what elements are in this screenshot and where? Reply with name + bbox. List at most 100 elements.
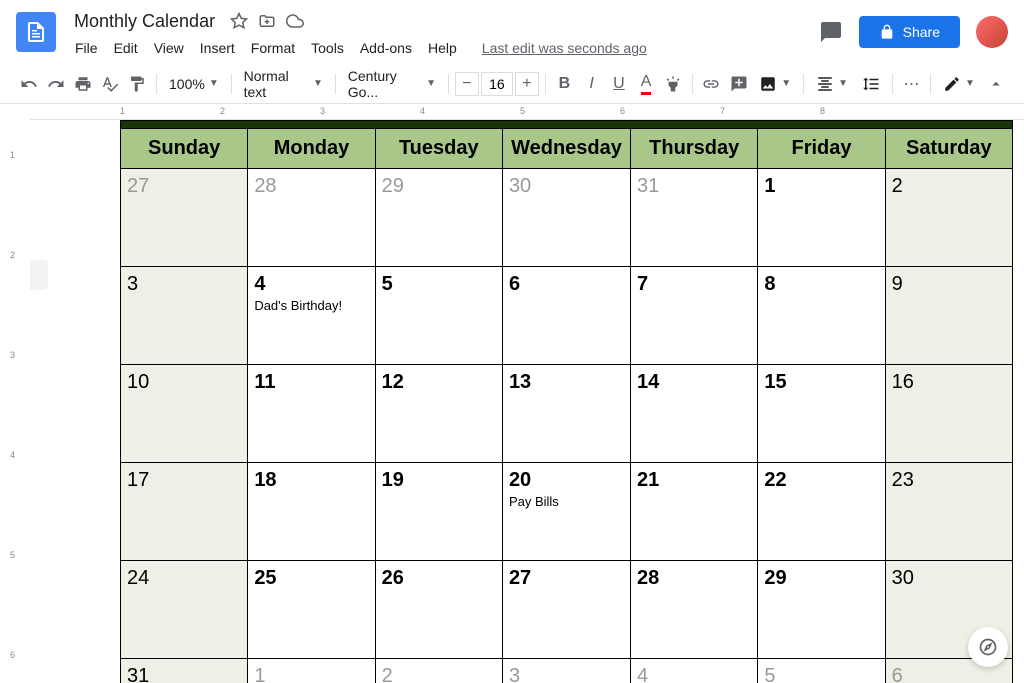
calendar-header-cell[interactable]: Friday	[758, 129, 885, 169]
day-number: 2	[382, 665, 496, 683]
zoom-dropdown[interactable]: 100%▼	[163, 72, 225, 96]
editing-mode-button[interactable]: ▼	[937, 71, 981, 97]
last-edit-link[interactable]: Last edit was seconds ago	[474, 36, 655, 60]
line-spacing-button[interactable]	[856, 71, 886, 97]
style-dropdown[interactable]: Normal text▼	[238, 64, 329, 104]
calendar-cell[interactable]: 3	[121, 267, 248, 365]
calendar-cell[interactable]: 19	[375, 463, 502, 561]
bold-button[interactable]: B	[552, 70, 577, 98]
share-button[interactable]: Share	[859, 16, 960, 48]
menu-addons[interactable]: Add-ons	[353, 36, 419, 60]
calendar-cell[interactable]: 2	[375, 659, 502, 683]
calendar-table[interactable]: SundayMondayTuesdayWednesdayThursdayFrid…	[120, 120, 1013, 683]
font-size-increase[interactable]: +	[515, 72, 539, 96]
docs-logo[interactable]	[16, 12, 56, 52]
menu-help[interactable]: Help	[421, 36, 464, 60]
text-color-button[interactable]: A	[633, 70, 658, 98]
calendar-cell[interactable]: 28	[248, 169, 375, 267]
calendar-cell[interactable]: 5	[375, 267, 502, 365]
font-size-input[interactable]	[481, 72, 513, 96]
calendar-header-cell[interactable]: Monday	[248, 129, 375, 169]
calendar-cell[interactable]: 1	[758, 169, 885, 267]
calendar-header-cell[interactable]: Saturday	[885, 129, 1012, 169]
avatar[interactable]	[976, 16, 1008, 48]
calendar-cell[interactable]: 31	[631, 169, 758, 267]
menu-tools[interactable]: Tools	[304, 36, 351, 60]
calendar-cell[interactable]: 27	[502, 561, 630, 659]
more-button[interactable]: ⋯	[899, 70, 924, 98]
calendar-cell[interactable]: 14	[631, 365, 758, 463]
calendar-cell[interactable]: 11	[248, 365, 375, 463]
calendar-cell[interactable]: 10	[121, 365, 248, 463]
calendar-cell[interactable]: 27	[121, 169, 248, 267]
calendar-cell[interactable]: 15	[758, 365, 885, 463]
day-number: 12	[382, 371, 496, 394]
explore-button[interactable]	[968, 627, 1008, 667]
calendar-cell[interactable]: 6	[502, 267, 630, 365]
horizontal-ruler[interactable]: 12345678	[30, 104, 1024, 120]
doc-title[interactable]: Monthly Calendar	[68, 9, 221, 34]
calendar-cell[interactable]: 26	[375, 561, 502, 659]
calendar-header-cell[interactable]: Wednesday	[502, 129, 630, 169]
calendar-cell[interactable]: 9	[885, 267, 1012, 365]
outline-tab[interactable]	[30, 260, 48, 290]
calendar-cell[interactable]: 8	[758, 267, 885, 365]
font-size-decrease[interactable]: −	[455, 72, 479, 96]
menu-edit[interactable]: Edit	[107, 36, 145, 60]
menu-insert[interactable]: Insert	[193, 36, 242, 60]
menu-view[interactable]: View	[147, 36, 191, 60]
calendar-cell[interactable]: 13	[502, 365, 630, 463]
day-number: 15	[764, 371, 878, 394]
underline-button[interactable]: U	[606, 70, 631, 98]
calendar-header-cell[interactable]: Sunday	[121, 129, 248, 169]
calendar-cell[interactable]: 28	[631, 561, 758, 659]
calendar-cell[interactable]: 31	[121, 659, 248, 683]
italic-button[interactable]: I	[579, 70, 604, 98]
print-button[interactable]	[70, 70, 95, 98]
calendar-cell[interactable]: 25	[248, 561, 375, 659]
calendar-cell[interactable]: 23	[885, 463, 1012, 561]
calendar-cell[interactable]: 17	[121, 463, 248, 561]
cloud-icon[interactable]	[285, 11, 305, 31]
undo-button[interactable]	[16, 70, 41, 98]
calendar-cell[interactable]: 29	[758, 561, 885, 659]
collapse-toolbar-button[interactable]	[983, 70, 1008, 98]
calendar-cell[interactable]: 2	[885, 169, 1012, 267]
move-icon[interactable]	[257, 11, 277, 31]
vertical-ruler[interactable]: 123456	[0, 120, 30, 683]
align-button[interactable]: ▼	[810, 71, 854, 97]
comment-icon[interactable]	[819, 20, 843, 44]
redo-button[interactable]	[43, 70, 68, 98]
calendar-cell[interactable]: 1	[248, 659, 375, 683]
menu-file[interactable]: File	[68, 36, 105, 60]
calendar-cell[interactable]: 20Pay Bills	[502, 463, 630, 561]
calendar-cell[interactable]: 7	[631, 267, 758, 365]
font-dropdown[interactable]: Century Go...▼	[342, 64, 442, 104]
highlight-button[interactable]	[661, 70, 686, 98]
calendar-cell[interactable]: 18	[248, 463, 375, 561]
calendar-cell[interactable]: 12	[375, 365, 502, 463]
calendar-header-cell[interactable]: Thursday	[631, 129, 758, 169]
calendar-cell[interactable]: 3	[502, 659, 630, 683]
separator	[692, 74, 693, 94]
image-button[interactable]: ▼	[753, 71, 797, 97]
menu-format[interactable]: Format	[244, 36, 302, 60]
day-number: 8	[764, 273, 878, 296]
document-content[interactable]: SundayMondayTuesdayWednesdayThursdayFrid…	[30, 120, 1024, 683]
calendar-cell[interactable]: 24	[121, 561, 248, 659]
spellcheck-button[interactable]	[98, 70, 123, 98]
day-event: Dad's Birthday!	[254, 298, 368, 313]
add-comment-button[interactable]	[726, 70, 751, 98]
calendar-cell[interactable]: 21	[631, 463, 758, 561]
star-icon[interactable]	[229, 11, 249, 31]
calendar-cell[interactable]: 16	[885, 365, 1012, 463]
paint-format-button[interactable]	[125, 70, 150, 98]
link-button[interactable]	[699, 70, 724, 98]
calendar-cell[interactable]: 5	[758, 659, 885, 683]
calendar-header-cell[interactable]: Tuesday	[375, 129, 502, 169]
calendar-cell[interactable]: 4	[631, 659, 758, 683]
calendar-cell[interactable]: 4Dad's Birthday!	[248, 267, 375, 365]
calendar-cell[interactable]: 30	[502, 169, 630, 267]
calendar-cell[interactable]: 29	[375, 169, 502, 267]
calendar-cell[interactable]: 22	[758, 463, 885, 561]
